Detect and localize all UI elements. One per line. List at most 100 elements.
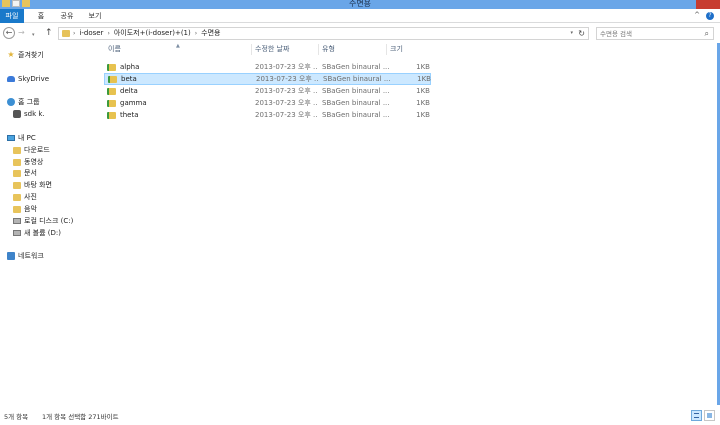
nav-documents[interactable]: 문서 [13, 168, 37, 178]
address-history-dropdown[interactable]: ▾ [570, 28, 573, 39]
nav-label: 새 볼륨 (D:) [24, 229, 61, 237]
breadcrumb-separator[interactable]: › [107, 28, 109, 39]
nav-label: sdk k. [24, 110, 45, 118]
nav-videos[interactable]: 동영상 [13, 157, 43, 167]
tab-file[interactable]: 파일 [0, 9, 24, 23]
tab-share[interactable]: 공유 [57, 9, 77, 23]
nav-desktop[interactable]: 바탕 화면 [13, 180, 52, 190]
file-type: SBaGen binaural ... [323, 75, 391, 83]
expand-ribbon-icon[interactable]: ^ [694, 11, 700, 19]
file-type: SBaGen binaural ... [322, 87, 390, 95]
column-divider[interactable] [386, 44, 387, 55]
nav-local-disk-c[interactable]: 로컬 디스크 (C:) [13, 216, 73, 226]
user-icon [13, 110, 21, 118]
file-name: beta [121, 75, 137, 83]
folder-icon [62, 30, 70, 37]
breadcrumb-separator[interactable]: › [195, 28, 197, 39]
nav-this-pc[interactable]: 내 PC [7, 133, 36, 143]
details-view-icon [694, 413, 699, 418]
file-size: 1KB [416, 63, 430, 71]
nav-homegroup-user[interactable]: sdk k. [13, 109, 45, 119]
nav-skydrive[interactable]: SkyDrive [7, 74, 49, 84]
file-type: SBaGen binaural ... [322, 111, 390, 119]
file-row-selected[interactable]: beta 2013-07-23 오후 ... SBaGen binaural .… [104, 73, 431, 85]
nav-label: SkyDrive [18, 75, 50, 83]
nav-volume-d[interactable]: 새 볼륨 (D:) [13, 228, 61, 238]
file-row[interactable]: delta 2013-07-23 오후 ... SBaGen binaural … [104, 86, 431, 98]
close-button[interactable] [696, 0, 720, 9]
file-row[interactable]: gamma 2013-07-23 오후 ... SBaGen binaural … [104, 98, 431, 110]
file-name: theta [120, 111, 139, 119]
folder-icon [13, 146, 21, 154]
star-icon: ★ [7, 50, 15, 59]
refresh-button[interactable]: ↻ [578, 28, 585, 39]
back-button[interactable]: ← [3, 27, 15, 39]
title-bar: 수면용 [0, 0, 720, 9]
status-bar: 5개 항목 1개 항목 선택함 271바이트 [0, 405, 720, 425]
breadcrumb-item[interactable]: 수면용 [201, 28, 220, 39]
sort-ascending-icon: ▲ [176, 43, 180, 49]
file-name: alpha [120, 63, 140, 71]
file-name: delta [120, 87, 138, 95]
forward-button[interactable]: → [18, 27, 25, 39]
column-header-name[interactable]: 이름 [108, 44, 121, 55]
breadcrumb-item[interactable]: i-doser [79, 28, 103, 39]
column-header-date[interactable]: 수정한 날짜 [255, 44, 289, 55]
folder-icon [13, 181, 21, 189]
nav-favorites[interactable]: ★ 즐겨찾기 [7, 50, 44, 60]
file-type: SBaGen binaural ... [322, 63, 390, 71]
file-date: 2013-07-23 오후 ... [255, 111, 317, 119]
selection-info: 1개 항목 선택함 271바이트 [42, 413, 119, 421]
nav-pictures[interactable]: 사진 [13, 192, 37, 202]
file-date: 2013-07-23 오후 ... [256, 75, 318, 83]
search-box[interactable]: ⌕ [596, 27, 714, 40]
breadcrumb-separator[interactable]: › [73, 28, 75, 39]
file-size: 1KB [416, 111, 430, 119]
help-icon[interactable]: ? [706, 12, 714, 20]
nav-label: 로컬 디스크 (C:) [24, 217, 74, 225]
network-icon [7, 252, 15, 260]
sbagen-file-icon [107, 88, 116, 95]
nav-label: 사진 [24, 193, 37, 201]
details-view-button[interactable] [691, 410, 702, 421]
nav-music[interactable]: 음악 [13, 204, 37, 214]
large-icons-view-icon [707, 413, 712, 418]
nav-label: 내 PC [18, 134, 36, 142]
column-header-type[interactable]: 유형 [322, 44, 335, 55]
folder-icon [13, 205, 21, 213]
up-button[interactable]: ↑ [45, 27, 53, 39]
nav-network[interactable]: 네트워크 [7, 251, 44, 261]
file-name: gamma [120, 99, 147, 107]
nav-label: 네트워크 [18, 252, 44, 260]
sbagen-file-icon [107, 112, 116, 119]
drive-icon [13, 230, 21, 236]
nav-downloads[interactable]: 다운로드 [13, 145, 50, 155]
file-size: 1KB [416, 87, 430, 95]
search-input[interactable] [600, 29, 696, 38]
nav-label: 홈 그룹 [18, 98, 40, 106]
window-title: 수면용 [348, 0, 372, 8]
folder-icon [13, 193, 21, 201]
search-icon[interactable]: ⌕ [705, 28, 709, 39]
column-divider[interactable] [251, 44, 252, 55]
nav-homegroup[interactable]: 홈 그룹 [7, 97, 40, 107]
sbagen-file-icon [107, 100, 116, 107]
nav-label: 즐겨찾기 [18, 51, 44, 59]
tab-view[interactable]: 보기 [85, 9, 105, 23]
item-count: 5개 항목 [4, 413, 29, 421]
homegroup-icon [7, 98, 15, 106]
nav-label: 바탕 화면 [24, 181, 52, 189]
navigation-bar: ← → ▾ ↑ › i-doser › 아이도저+(i-doser)+(1) ›… [0, 23, 720, 43]
breadcrumb-item[interactable]: 아이도저+(i-doser)+(1) [114, 28, 191, 39]
recent-locations-button[interactable]: ▾ [32, 29, 35, 41]
file-size: 1KB [417, 75, 431, 83]
file-row[interactable]: theta 2013-07-23 오후 ... SBaGen binaural … [104, 110, 431, 122]
folder-icon [13, 169, 21, 177]
column-divider[interactable] [318, 44, 319, 55]
file-date: 2013-07-23 오후 ... [255, 63, 317, 71]
large-icons-view-button[interactable] [704, 410, 715, 421]
tab-home[interactable]: 홈 [33, 9, 49, 23]
nav-label: 문서 [24, 169, 37, 177]
address-bar[interactable]: › i-doser › 아이도저+(i-doser)+(1) › 수면용 ▾ ↻ [58, 27, 589, 40]
column-header-size[interactable]: 크기 [390, 44, 403, 55]
